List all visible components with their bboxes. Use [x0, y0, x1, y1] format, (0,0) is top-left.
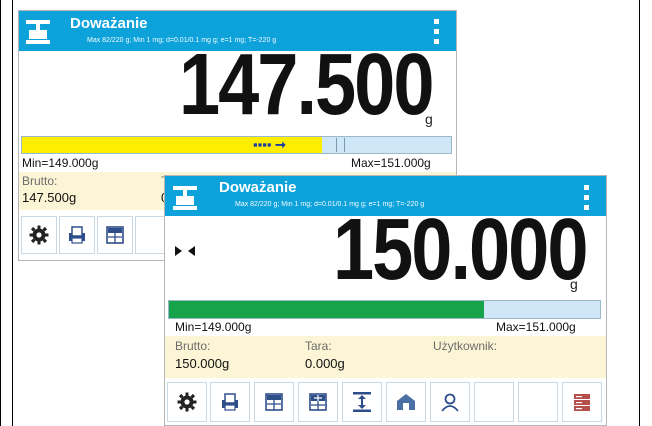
calculator-icon	[106, 226, 124, 244]
database-icon	[574, 394, 590, 411]
print-icon	[222, 393, 238, 411]
scale-screen-front: Doważanie Max 82/220 g; Min 1 mg; d=0.01…	[164, 175, 607, 426]
brutto-label: Brutto:	[175, 339, 211, 353]
tara-value: 0.000g	[305, 356, 345, 371]
empty-button[interactable]	[474, 382, 514, 422]
user-label: Użytkownik:	[433, 339, 498, 353]
weighing-mode-icon[interactable]	[26, 20, 50, 44]
max-threshold: Max=151.000g	[351, 156, 431, 170]
weight-value: 150.000	[333, 199, 588, 298]
calculator-button[interactable]	[254, 382, 294, 422]
checkweigher-bar	[168, 300, 601, 319]
brutto-label: Brutto:	[22, 174, 58, 188]
settings-icon	[29, 225, 49, 245]
calculator-alt-icon	[309, 393, 327, 411]
print-button[interactable]	[59, 216, 95, 254]
mode-title: Doważanie	[70, 15, 148, 32]
weight-unit: g	[570, 276, 578, 292]
tare-button[interactable]	[342, 382, 382, 422]
min-threshold: Min=149.000g	[175, 320, 252, 334]
brutto-value: 150.000g	[175, 356, 230, 371]
kebab-menu-icon[interactable]	[434, 19, 439, 45]
tara-label: Tara:	[305, 339, 332, 353]
cell-divider	[639, 0, 640, 426]
checkweigher-bar: ▪▪▪▪ ➞	[21, 136, 452, 154]
print-button[interactable]	[210, 382, 250, 422]
bar-tick	[344, 138, 345, 152]
calculator-button[interactable]	[97, 216, 133, 254]
bar-tick	[336, 138, 337, 152]
user-icon	[441, 393, 459, 412]
brutto-value: 147.500g	[22, 190, 77, 205]
cell-divider	[12, 0, 13, 426]
home-button[interactable]	[386, 382, 426, 422]
user-button[interactable]	[430, 382, 470, 422]
bar-fill	[169, 301, 484, 318]
arrow-right-icon: ▪▪▪▪ ➞	[253, 137, 286, 152]
home-icon	[397, 394, 415, 410]
database-button[interactable]	[562, 382, 602, 422]
settings-icon	[177, 392, 197, 412]
empty-button[interactable]	[518, 382, 558, 422]
settings-button[interactable]	[167, 382, 207, 422]
weighing-mode-icon[interactable]	[173, 186, 197, 210]
max-threshold: Max=151.000g	[496, 320, 576, 334]
mode-title: Doważanie	[219, 179, 297, 196]
tare-icon	[353, 392, 371, 412]
info-panel: Brutto: 150.000g Tara: 0.000g Użytkownik…	[165, 336, 606, 378]
calculator-icon	[265, 393, 283, 411]
settings-button[interactable]	[21, 216, 57, 254]
print-icon	[69, 226, 85, 244]
min-threshold: Min=149.000g	[22, 156, 99, 170]
weight-value: 147.500	[179, 34, 434, 133]
toolbar	[165, 380, 606, 424]
calculator-alt-button[interactable]	[298, 382, 338, 422]
weight-unit: g	[425, 111, 433, 127]
stability-marker-icon	[175, 246, 195, 256]
